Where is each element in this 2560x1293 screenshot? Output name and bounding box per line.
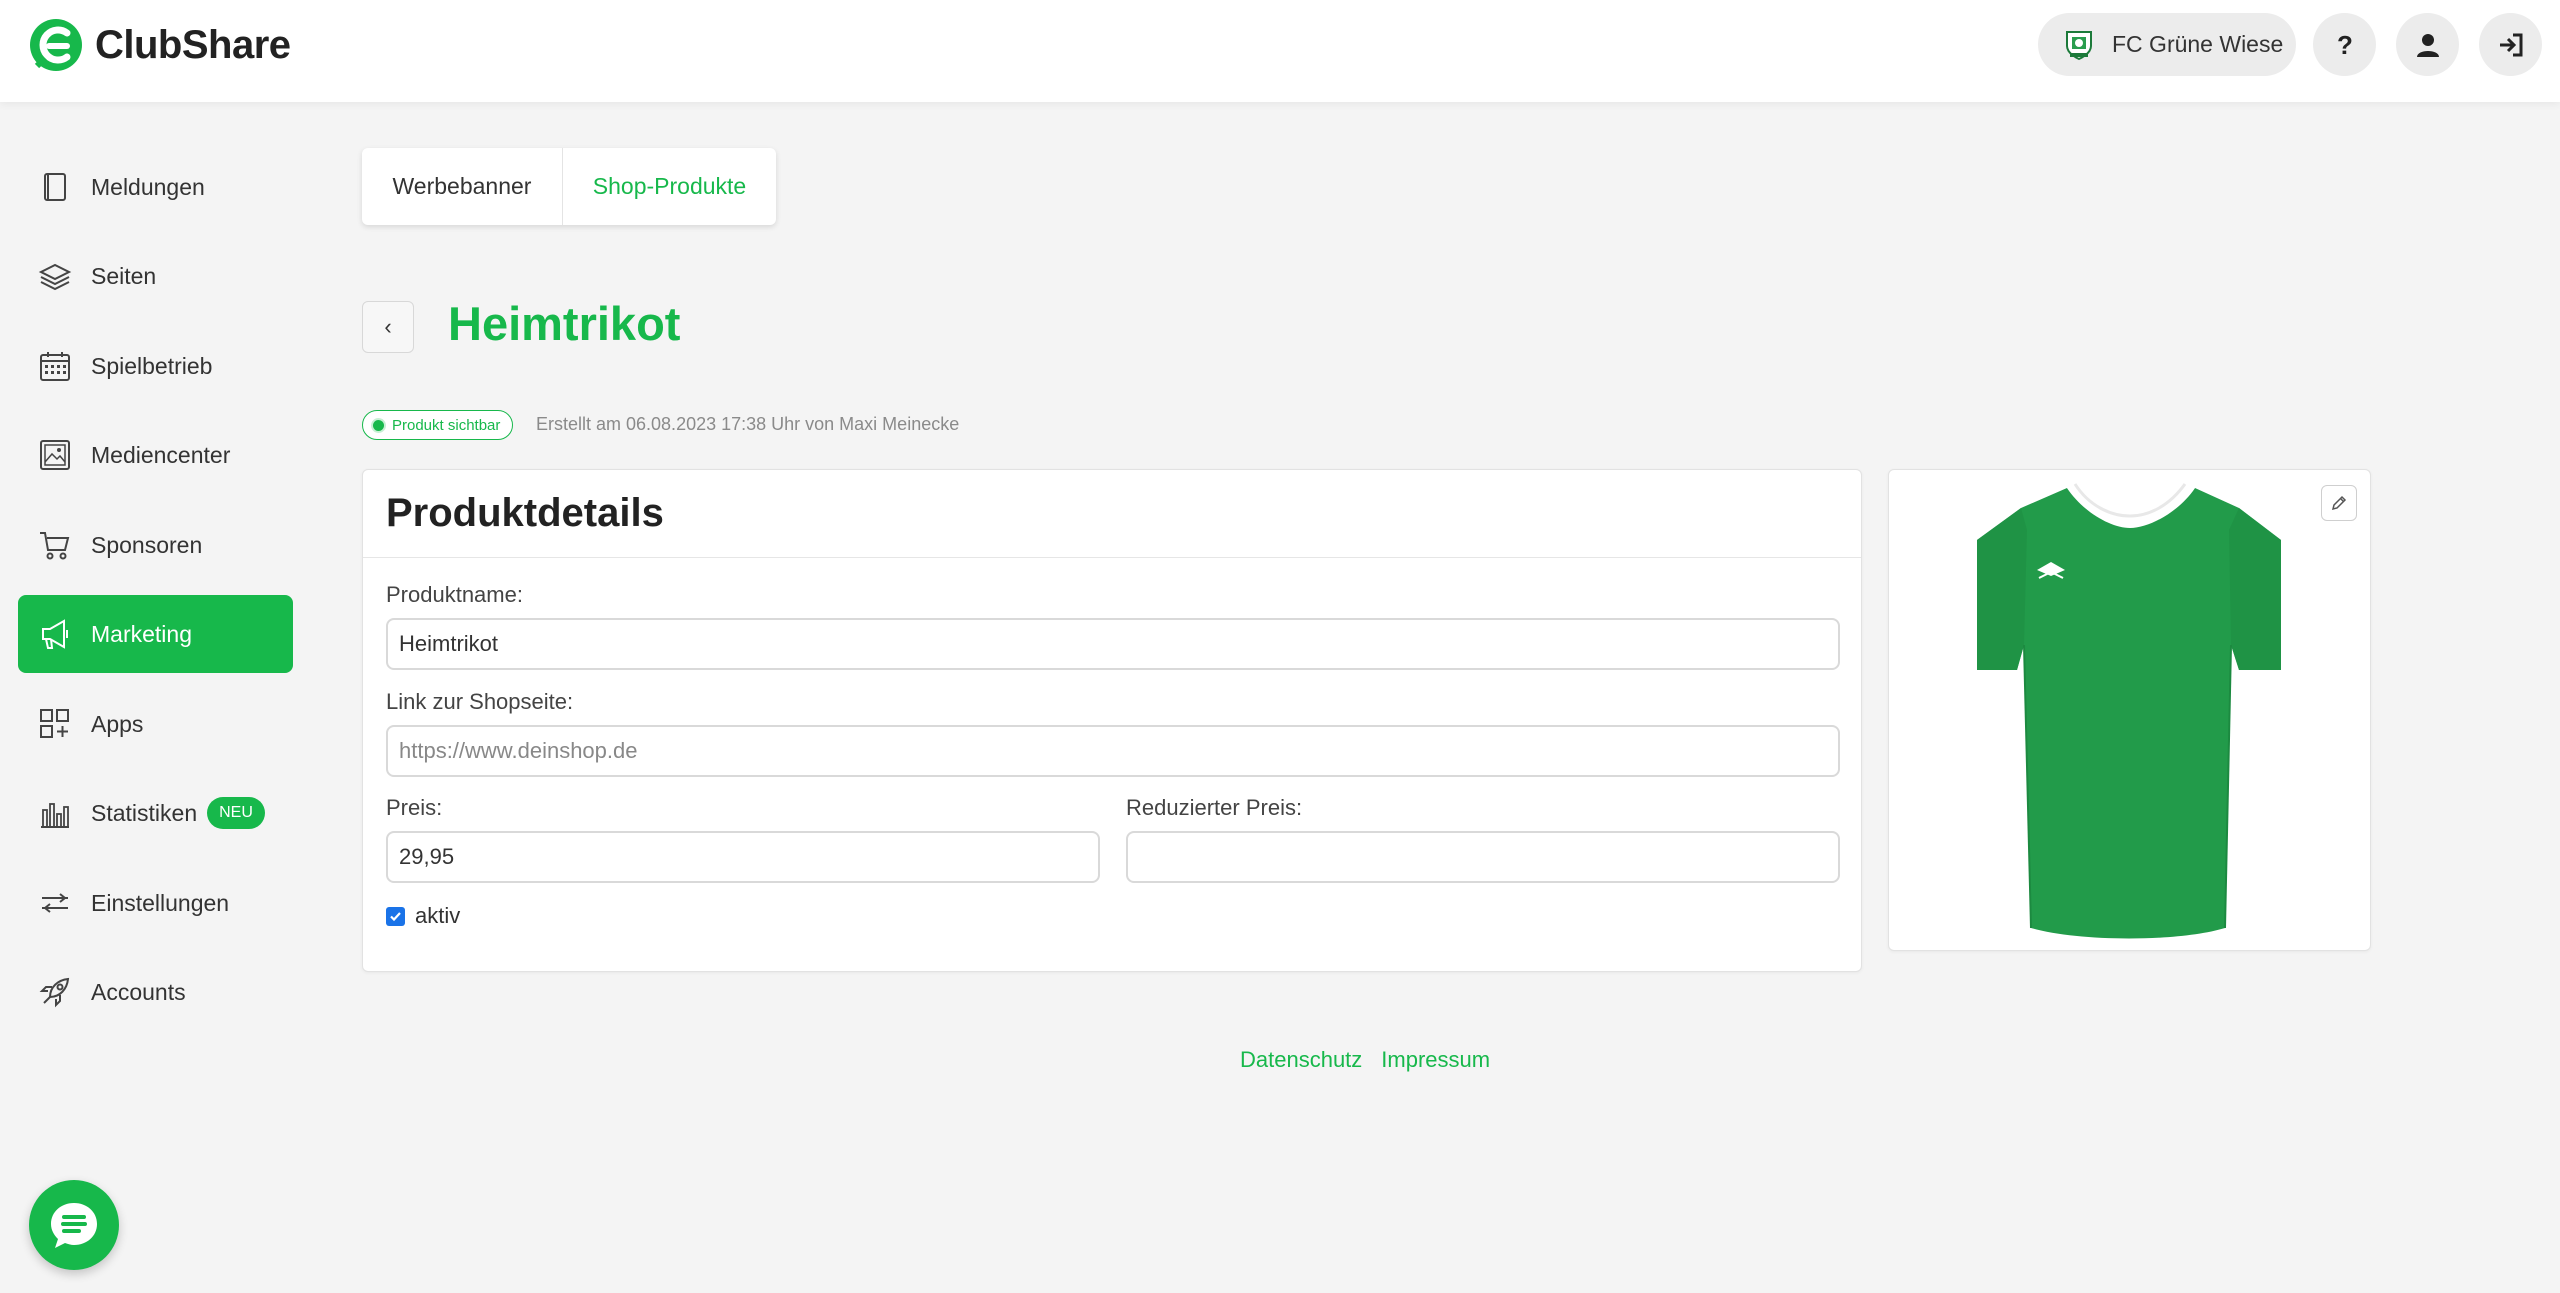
sidebar-item-label: Accounts	[91, 978, 186, 1005]
section-title: Produktdetails	[386, 491, 664, 535]
sidebar-item-mediencenter[interactable]: Mediencenter	[18, 416, 293, 494]
sidebar-item-accounts[interactable]: Accounts	[18, 953, 293, 1031]
sidebar-item-label: Spielbetrieb	[91, 352, 213, 379]
help-button[interactable]: ?	[2313, 13, 2376, 76]
product-image-card	[1888, 469, 2371, 951]
question-icon: ?	[2337, 31, 2353, 59]
bar-chart-icon	[38, 796, 72, 830]
app-logo[interactable]: ClubShare	[27, 16, 291, 74]
book-icon	[38, 170, 72, 204]
back-button[interactable]: ‹	[362, 301, 414, 353]
club-selector[interactable]: FC Grüne Wiese	[2038, 13, 2296, 76]
sidebar-item-label: Statistiken	[91, 799, 198, 826]
image-icon	[38, 438, 72, 472]
sidebar-item-apps[interactable]: Apps	[18, 685, 293, 763]
sidebar-item-seiten[interactable]: Seiten	[18, 237, 293, 315]
clubshare-logo-icon	[30, 19, 82, 71]
status-text: Produkt sichtbar	[392, 416, 501, 434]
logout-button[interactable]	[2479, 13, 2542, 76]
calendar-icon	[38, 349, 72, 383]
apps-icon	[38, 707, 72, 741]
active-label: aktiv	[415, 903, 461, 928]
top-bar: ClubShare FC Grüne Wiese ?	[0, 0, 2560, 102]
app-name: ClubShare	[95, 22, 291, 67]
tab-shop-produkte[interactable]: Shop-Produkte	[563, 148, 776, 225]
price-input[interactable]	[386, 831, 1100, 883]
sidebar-item-label: Mediencenter	[91, 441, 231, 468]
page-title: Heimtrikot	[448, 297, 681, 350]
sidebar-item-label: Einstellungen	[91, 889, 230, 916]
sliders-icon	[38, 886, 72, 920]
card-header: Produktdetails	[363, 470, 1861, 558]
cart-icon	[38, 528, 72, 562]
product-name-input[interactable]	[386, 618, 1840, 670]
status-dot-icon	[373, 419, 384, 431]
product-name-label: Produktname:	[386, 582, 523, 607]
club-crest-icon	[2066, 30, 2092, 60]
sidebar-item-label: Sponsoren	[91, 531, 203, 558]
sidebar-item-label: Marketing	[91, 620, 192, 647]
sidebar-item-sponsoren[interactable]: Sponsoren	[18, 506, 293, 584]
chat-button[interactable]	[29, 1180, 119, 1270]
layers-icon	[38, 259, 72, 293]
rocket-icon	[38, 975, 72, 1009]
footer-link-datenschutz[interactable]: Datenschutz	[1240, 1047, 1362, 1073]
user-icon	[2416, 33, 2439, 57]
jersey-image	[1977, 483, 2281, 939]
sidebar-item-meldungen[interactable]: Meldungen	[18, 148, 293, 226]
sidebar-item-label: Meldungen	[91, 173, 205, 200]
profile-button[interactable]	[2396, 13, 2459, 76]
checkmark-icon	[390, 911, 401, 921]
pencil-icon	[2331, 495, 2347, 511]
club-name: FC Grüne Wiese	[2112, 31, 2284, 57]
active-checkbox[interactable]	[386, 906, 405, 926]
sidebar-item-label: Apps	[91, 710, 144, 737]
sidebar-item-spielbetrieb[interactable]: Spielbetrieb	[18, 327, 293, 405]
created-meta: Erstellt am 06.08.2023 17:38 Uhr von Max…	[536, 414, 960, 434]
sidebar-item-einstellungen[interactable]: Einstellungen	[18, 864, 293, 942]
footer-links: Datenschutz Impressum	[1240, 1047, 1509, 1073]
edit-image-button[interactable]	[2321, 485, 2357, 521]
reduced-price-label: Reduzierter Preis:	[1126, 795, 1303, 820]
shop-link-label: Link zur Shopseite:	[386, 689, 574, 714]
status-badge: Produkt sichtbar	[362, 410, 514, 440]
logout-icon	[2499, 33, 2522, 56]
tab-werbebanner[interactable]: Werbebanner	[362, 148, 563, 225]
marketing-tabs: Werbebanner Shop-Produkte	[362, 148, 776, 225]
price-label: Preis:	[386, 795, 443, 820]
new-badge: NEU	[207, 797, 265, 829]
reduced-price-input[interactable]	[1126, 831, 1840, 883]
sidebar-item-marketing[interactable]: Marketing	[18, 595, 293, 673]
svg-text:?: ?	[2337, 31, 2353, 59]
megaphone-icon	[38, 617, 72, 651]
sidebar-item-label: Seiten	[91, 262, 157, 289]
footer-link-impressum[interactable]: Impressum	[1381, 1047, 1490, 1073]
product-details-card: Produktdetails Produktname: Link zur Sho…	[362, 469, 1862, 972]
shop-link-input[interactable]	[386, 725, 1840, 777]
sidebar-item-statistiken[interactable]: Statistiken NEU	[18, 774, 293, 852]
chat-icon	[51, 1203, 97, 1248]
active-checkbox-row[interactable]: aktiv	[386, 903, 460, 929]
